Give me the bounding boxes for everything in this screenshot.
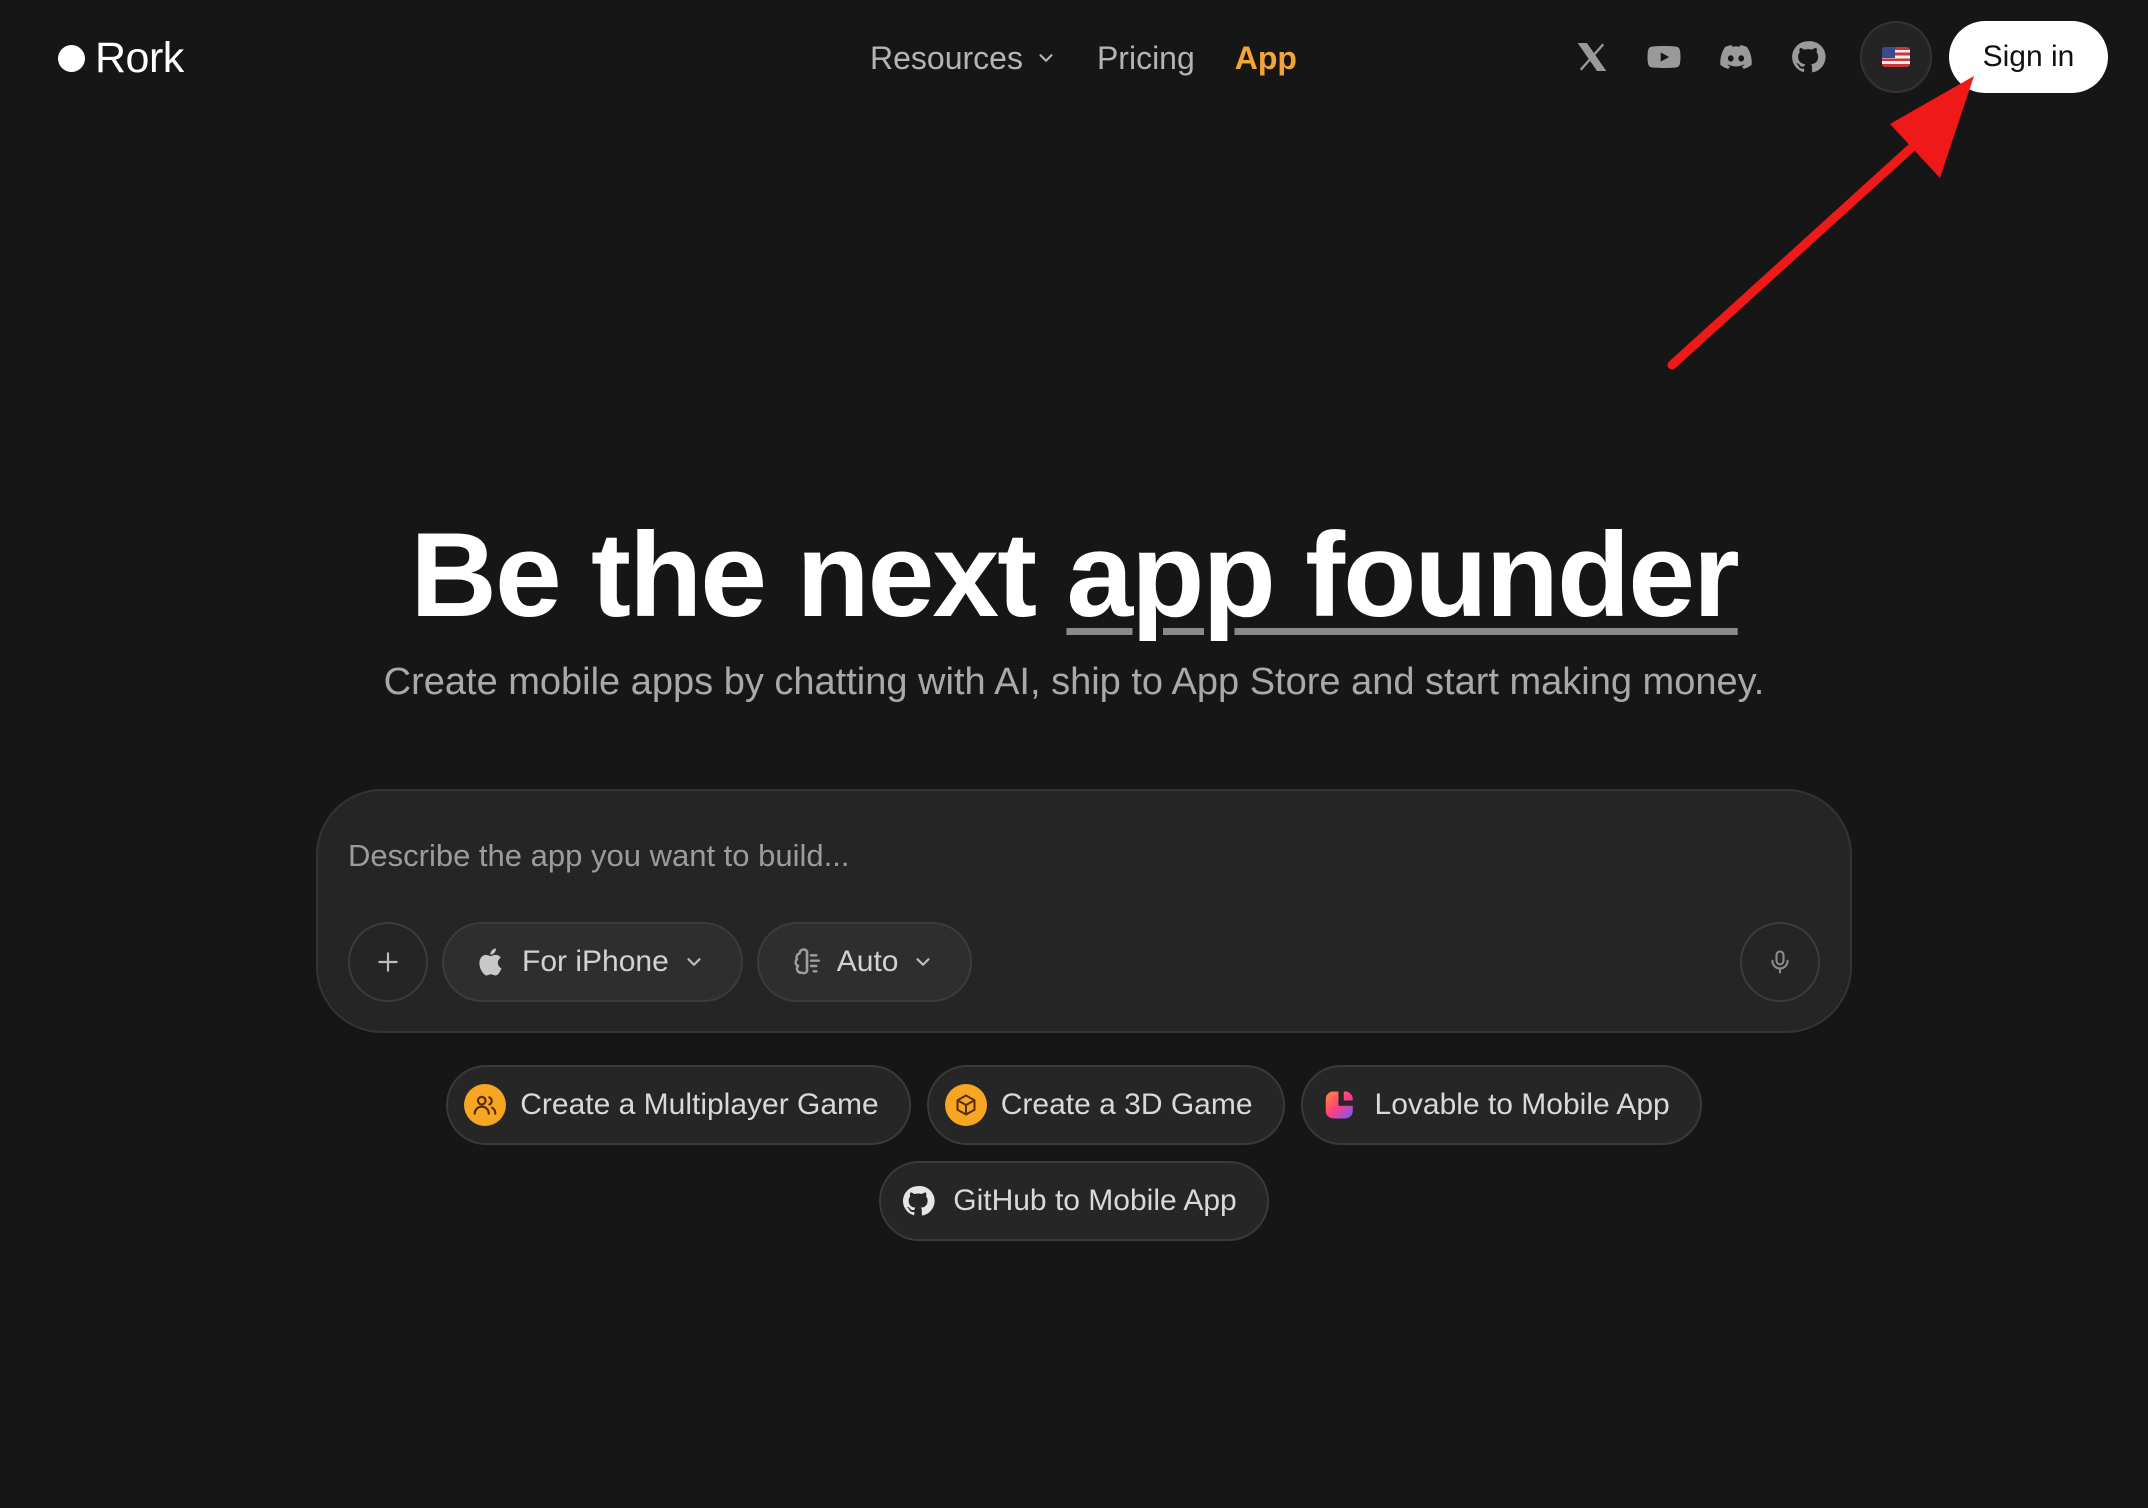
platform-label: For iPhone (522, 945, 669, 978)
page: Rork Resources Pricing App Sign in Be th… (0, 0, 2148, 1508)
cube-icon (944, 1084, 987, 1126)
users-icon (464, 1084, 507, 1126)
suggestion-label: Lovable to Mobile App (1374, 1088, 1670, 1121)
suggestion-chips: Create a Multiplayer Game Create a 3D Ga… (0, 1065, 2148, 1241)
nav-app[interactable]: App (1235, 40, 1297, 77)
nav-resources[interactable]: Resources (870, 40, 1057, 77)
social-links (1574, 21, 1826, 93)
youtube-icon[interactable] (1646, 39, 1682, 75)
chevron-down-icon (1039, 54, 1053, 62)
suggestion-github-to-mobile[interactable]: GitHub to Mobile App (879, 1161, 1269, 1241)
add-attachment-button[interactable] (348, 922, 428, 1002)
suggestion-label: Create a 3D Game (1000, 1088, 1253, 1121)
platform-select[interactable]: For iPhone (442, 922, 743, 1002)
lovable-heart-icon (1319, 1084, 1361, 1126)
discord-icon[interactable] (1718, 39, 1754, 75)
voice-input-button[interactable] (1740, 922, 1820, 1002)
annotation-arrow-icon (1667, 76, 1974, 370)
main-nav: Resources Pricing App (870, 28, 1297, 88)
prompt-controls: For iPhone Auto (348, 922, 973, 1002)
github-icon[interactable] (1790, 39, 1826, 75)
x-icon[interactable] (1574, 39, 1610, 75)
hero-title: Be the next app founder (0, 505, 2148, 645)
us-flag-icon (1882, 47, 1910, 67)
nav-resources-label: Resources (870, 39, 1023, 76)
apple-icon (479, 948, 502, 976)
suggestion-label: Create a Multiplayer Game (520, 1088, 879, 1121)
chevron-down-icon (687, 958, 701, 966)
prompt-input[interactable] (348, 831, 1748, 881)
suggestion-3d-game[interactable]: Create a 3D Game (926, 1065, 1285, 1145)
brain-icon (794, 948, 820, 975)
suggestion-lovable-to-mobile[interactable]: Lovable to Mobile App (1300, 1065, 1702, 1145)
microphone-icon (1771, 950, 1789, 974)
brand-name: Rork (95, 33, 184, 82)
prompt-box: For iPhone Auto (316, 789, 1852, 1033)
hero-title-part1: Be the next (410, 508, 1067, 642)
model-label: Auto (836, 945, 899, 978)
suggestion-row: GitHub to Mobile App (879, 1161, 1269, 1241)
hero-subtitle: Create mobile apps by chatting with AI, … (383, 661, 1765, 703)
hero-title-highlight: app founder (1066, 508, 1739, 642)
suggestion-label: GitHub to Mobile App (953, 1184, 1237, 1217)
chevron-down-icon (916, 958, 931, 966)
plus-icon (378, 952, 398, 972)
model-select[interactable]: Auto (756, 922, 973, 1002)
logo-dot-icon (58, 44, 85, 72)
suggestion-multiplayer-game[interactable]: Create a Multiplayer Game (446, 1065, 911, 1145)
locale-button[interactable] (1860, 21, 1932, 93)
brand-logo[interactable]: Rork (58, 28, 184, 88)
sign-in-button[interactable]: Sign in (1949, 21, 2108, 93)
nav-pricing[interactable]: Pricing (1097, 40, 1195, 77)
github-icon (897, 1180, 939, 1222)
suggestion-row: Create a Multiplayer Game Create a 3D Ga… (446, 1065, 1702, 1145)
